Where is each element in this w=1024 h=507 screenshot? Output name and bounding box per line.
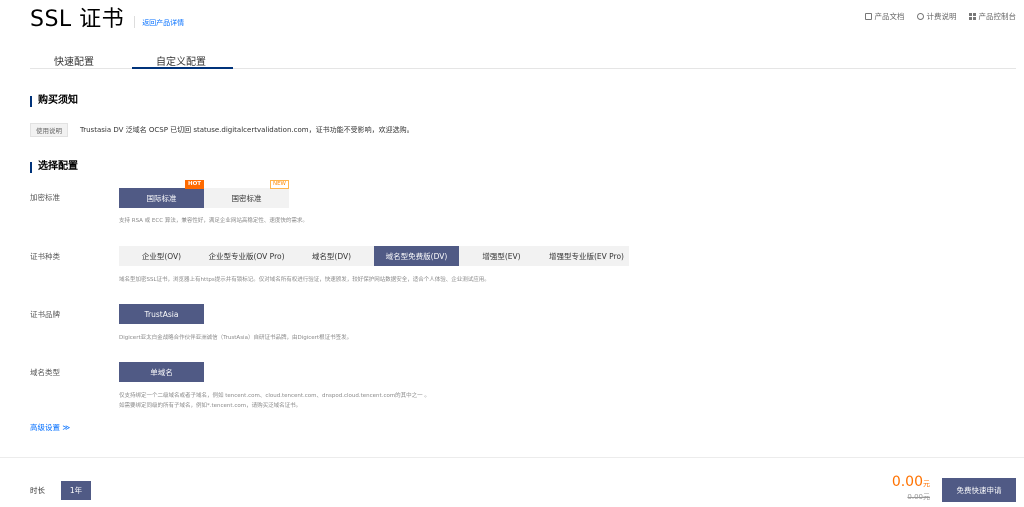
brand-description: Digicert亚太白金战略合作伙伴亚洲诚信（TrustAsia）自研证书品牌，… <box>119 335 353 341</box>
notice-text: Trustasia DV 泛域名 OCSP 已切回 statuse.digita… <box>80 126 414 134</box>
billing-info-link[interactable]: 计费说明 <box>916 11 957 22</box>
grid-icon <box>968 13 976 20</box>
hot-badge: HOT <box>184 180 204 189</box>
cert-type-dv-free[interactable]: 域名型免费版(DV) <box>374 246 459 266</box>
product-console-link[interactable]: 产品控制台 <box>968 11 1017 22</box>
cert-type-dv-label: 域名型(DV) <box>311 251 352 261</box>
cert-type-ev-label: 增强型(EV) <box>482 251 521 261</box>
cert-type-ev[interactable]: 增强型(EV) <box>459 246 544 266</box>
purchase-notice: 使用说明 Trustasia DV 泛域名 OCSP 已切回 statuse.d… <box>30 123 414 137</box>
page-title: SSL 证书 <box>30 7 125 32</box>
title-divider <box>134 16 136 28</box>
cert-type-ev-pro-label: 增强型专业版(EV Pro) <box>548 251 624 261</box>
usage-tag: 使用说明 <box>30 123 68 137</box>
product-docs-link[interactable]: 产品文档 <box>864 11 905 22</box>
chevron-down-icon: ≫ <box>62 423 71 432</box>
new-badge: NEW <box>269 180 289 189</box>
cert-type-ov[interactable]: 企业型(OV) <box>119 246 204 266</box>
tab-quick-config[interactable]: 快速配置 <box>54 53 94 68</box>
cert-type-ev-pro[interactable]: 增强型专业版(EV Pro) <box>544 246 629 266</box>
original-price: 0.00元 <box>907 493 930 501</box>
active-tab-indicator <box>132 67 233 69</box>
top-links: 产品文档 计费说明 产品控制台 <box>864 11 1017 22</box>
encryption-description: 支持 RSA 或 ECC 算法，兼容性好，满足企业网站高稳定性、速度快的需求。 <box>119 218 308 224</box>
encryption-option-international[interactable]: 国际标准 HOT <box>119 180 204 208</box>
product-console-label: 产品控制台 <box>978 12 1017 21</box>
advanced-settings-toggle[interactable]: 高级设置 ≫ <box>30 422 70 433</box>
brand-label: 证书品牌 <box>30 310 60 319</box>
purchase-notice-heading: 购买须知 <box>30 95 78 107</box>
encryption-option-national[interactable]: 国密标准 NEW <box>204 180 289 208</box>
cert-type-ov-label: 企业型(OV) <box>141 251 182 261</box>
cert-type-ov-pro[interactable]: 企业型专业版(OV Pro) <box>204 246 289 266</box>
purchase-footer: 时长 1年 0.00元 0.00元 免费快速申请 <box>0 457 1024 507</box>
cert-type-dv[interactable]: 域名型(DV) <box>289 246 374 266</box>
encryption-option-international-label: 国际标准 <box>146 193 177 203</box>
billing-info-label: 计费说明 <box>926 12 957 21</box>
domain-type-description-2: 如需要绑定同级的所有子域名，例如*.tencent.com，请购买泛域名证书。 <box>119 403 302 409</box>
back-to-product-link[interactable]: 返回产品详情 <box>142 18 184 28</box>
cert-type-description: 域名型加密SSL证书，浏览器上有https提示并有锁标记。仅对域名所有权进行验证… <box>119 277 490 283</box>
page-header: SSL 证书 返回产品详情 <box>30 6 184 32</box>
duration-label: 时长 <box>30 486 45 495</box>
document-icon <box>864 13 872 20</box>
cert-type-dv-free-label: 域名型免费版(DV) <box>385 251 448 261</box>
config-tabs: 快速配置 自定义配置 <box>30 51 1016 69</box>
select-config-heading: 选择配置 <box>30 161 78 173</box>
brand-option-trustasia-label: TrustAsia <box>144 309 179 319</box>
cert-type-ov-pro-label: 企业型专业版(OV Pro) <box>208 251 285 261</box>
price-unit: 元 <box>923 480 930 488</box>
free-apply-button[interactable]: 免费快速申请 <box>942 478 1016 502</box>
domain-type-label: 域名类型 <box>30 368 60 377</box>
current-price: 0.00元 <box>892 474 930 490</box>
brand-option-trustasia[interactable]: TrustAsia <box>119 304 204 324</box>
encryption-label: 加密标准 <box>30 193 60 202</box>
info-icon <box>916 13 924 20</box>
domain-type-single[interactable]: 单域名 <box>119 362 204 382</box>
cert-type-label: 证书种类 <box>30 252 60 261</box>
duration-option-1-year[interactable]: 1年 <box>61 481 91 500</box>
advanced-settings-label: 高级设置 <box>30 423 60 432</box>
product-docs-label: 产品文档 <box>874 12 905 21</box>
encryption-option-national-label: 国密标准 <box>231 193 262 203</box>
domain-type-description-1: 仅支持绑定一个二级域名或者子域名，例如 tencent.com、cloud.te… <box>119 393 430 399</box>
tab-custom-config[interactable]: 自定义配置 <box>156 53 206 68</box>
domain-type-single-label: 单域名 <box>150 367 173 377</box>
price-value: 0.00 <box>891 474 923 490</box>
